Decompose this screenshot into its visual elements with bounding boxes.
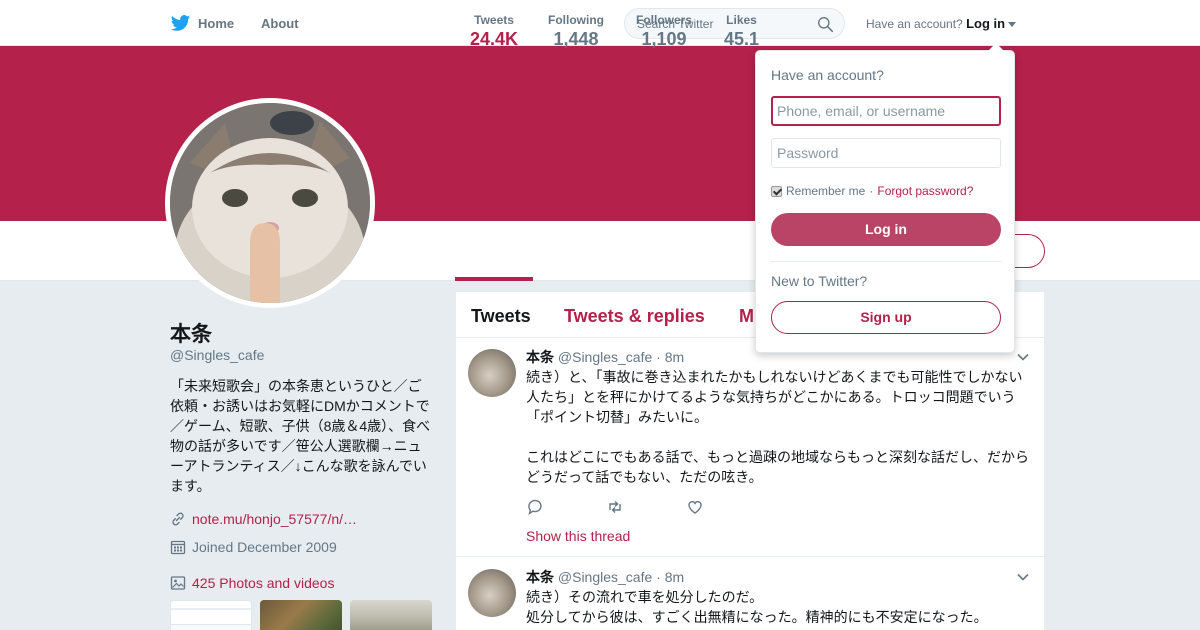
show-thread-link[interactable]: Show this thread bbox=[526, 528, 630, 544]
tweet-timestamp[interactable]: · 8m bbox=[656, 569, 684, 585]
link-icon bbox=[172, 512, 184, 526]
stat-followers[interactable]: Followers 1,109 bbox=[636, 13, 692, 50]
tweet-item[interactable]: 本条 @Singles_cafe · 8m 続き）その流れで車を処分したのだ。 … bbox=[456, 557, 1044, 630]
stat-likes[interactable]: Likes 45.1 bbox=[724, 13, 759, 50]
thumbnail-image[interactable] bbox=[350, 600, 432, 630]
remember-row: Remember me · Forgot password? bbox=[771, 184, 973, 198]
separator: · bbox=[869, 184, 874, 198]
tweet-timestamp[interactable]: · 8m bbox=[656, 349, 684, 365]
login-dropdown-toggle[interactable]: Log in bbox=[966, 16, 1005, 31]
tweet-text: 続き）その流れで車を処分したのだ。 処分してから彼は、すごく出無精になった。精神… bbox=[526, 589, 988, 625]
stat-following[interactable]: Following 1,448 bbox=[548, 13, 604, 50]
tab-tweets-replies[interactable]: Tweets & replies bbox=[564, 306, 705, 327]
active-stat-underline bbox=[455, 277, 533, 281]
tweet-author-handle[interactable]: @Singles_cafe bbox=[558, 349, 652, 365]
new-to-twitter-label: New to Twitter? bbox=[771, 273, 868, 289]
photo-icon bbox=[170, 576, 186, 590]
stat-value: 1,448 bbox=[553, 29, 599, 49]
twitter-bird-icon bbox=[170, 15, 191, 31]
username-input[interactable]: Phone, email, or username bbox=[771, 96, 1001, 126]
password-input[interactable]: Password bbox=[771, 138, 1001, 168]
search-icon[interactable] bbox=[817, 16, 834, 33]
tweet-actions bbox=[526, 498, 704, 516]
dropdown-title: Have an account? bbox=[771, 67, 884, 83]
tweet-text: 続き）と、「事故に巻き込まれたかもしれないけどあくまでも可能性でしかない人たち」… bbox=[526, 369, 1030, 485]
thumbnail-image[interactable] bbox=[260, 600, 342, 630]
dropdown-divider bbox=[771, 261, 1001, 262]
profile-name: 本条 bbox=[170, 323, 212, 346]
stat-label: Likes bbox=[726, 13, 757, 27]
tweet-author-name[interactable]: 本条 bbox=[526, 569, 554, 585]
profile-joined-row: Joined December 2009 bbox=[170, 539, 337, 555]
chevron-down-icon[interactable] bbox=[1016, 570, 1030, 584]
forgot-password-link[interactable]: Forgot password? bbox=[877, 184, 973, 198]
tab-media[interactable]: M bbox=[739, 306, 754, 327]
tweet-header: 本条 @Singles_cafe · 8m bbox=[526, 567, 684, 587]
tweet-avatar[interactable] bbox=[468, 569, 516, 617]
stat-label: Tweets bbox=[474, 13, 514, 27]
home-nav-link[interactable]: Home bbox=[170, 13, 234, 34]
home-label: Home bbox=[198, 16, 235, 31]
reply-icon[interactable] bbox=[526, 498, 544, 516]
cat-illustration bbox=[170, 103, 370, 303]
stat-value: 1,109 bbox=[641, 29, 687, 49]
thumbnail-image[interactable] bbox=[170, 600, 252, 630]
account-prompt: Have an account? Log in bbox=[866, 16, 1017, 31]
profile-website-link[interactable]: note.mu/honjo_57577/n/… bbox=[192, 511, 357, 527]
chevron-down-icon[interactable] bbox=[1016, 350, 1030, 364]
calendar-icon bbox=[170, 540, 186, 555]
retweet-icon[interactable] bbox=[606, 498, 624, 516]
stat-label: Followers bbox=[636, 13, 693, 27]
login-button[interactable]: Log in bbox=[771, 213, 1001, 246]
tweet-avatar[interactable] bbox=[468, 349, 516, 397]
stat-value: 45.1 bbox=[724, 29, 760, 49]
profile-joined-date: Joined December 2009 bbox=[192, 539, 337, 555]
profile-avatar[interactable] bbox=[165, 98, 375, 308]
stat-value: 24.4K bbox=[470, 29, 519, 49]
tweet-author-handle[interactable]: @Singles_cafe bbox=[558, 569, 652, 585]
stat-tweets[interactable]: Tweets 24.4K bbox=[470, 13, 518, 50]
tweet-header: 本条 @Singles_cafe · 8m bbox=[526, 347, 684, 367]
profile-bio: 「未来短歌会」の本条恵というひと／ご依頼・お誘いはお気軽にDMかコメントで／ゲー… bbox=[170, 378, 431, 494]
profile-link-row: note.mu/honjo_57577/n/… bbox=[170, 511, 357, 527]
caret-down-icon[interactable] bbox=[1008, 22, 1017, 28]
remember-me-label[interactable]: Remember me bbox=[786, 184, 865, 198]
have-account-label: Have an account? bbox=[866, 17, 963, 31]
stat-label: Following bbox=[548, 13, 604, 27]
profile-photos-row: 425 Photos and videos bbox=[170, 575, 334, 591]
cat-photo bbox=[170, 103, 370, 303]
like-icon[interactable] bbox=[686, 498, 704, 516]
about-nav-link[interactable]: About bbox=[261, 16, 299, 31]
remember-me-checkbox[interactable] bbox=[771, 185, 782, 197]
signup-button[interactable]: Sign up bbox=[771, 301, 1001, 334]
photos-videos-link[interactable]: 425 Photos and videos bbox=[192, 575, 334, 591]
login-dropdown: Have an account? Phone, email, or userna… bbox=[755, 43, 1015, 353]
tab-tweets[interactable]: Tweets bbox=[471, 306, 531, 327]
photo-thumbnails bbox=[170, 600, 432, 630]
tweet-item[interactable]: 本条 @Singles_cafe · 8m 続き）と、「事故に巻き込まれたかもし… bbox=[456, 338, 1044, 557]
profile-handle[interactable]: @Singles_cafe bbox=[170, 347, 264, 363]
tweet-author-name[interactable]: 本条 bbox=[526, 349, 554, 365]
